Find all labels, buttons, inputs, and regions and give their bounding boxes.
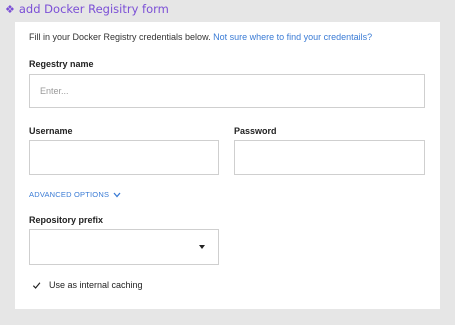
- registry-name-label: Regestry name: [29, 59, 94, 69]
- intro-text: Fill in your Docker Registry credentials…: [29, 32, 372, 42]
- docker-registry-form-card: Fill in your Docker Registry credentials…: [15, 22, 440, 309]
- internal-caching-label: Use as internal caching: [49, 280, 143, 290]
- registry-name-input[interactable]: [29, 74, 425, 108]
- advanced-options-label: ADVANCED OPTIONS: [29, 190, 110, 199]
- credentials-help-link[interactable]: Not sure where to find your credentails?: [213, 32, 372, 42]
- username-input[interactable]: [29, 140, 219, 175]
- password-label: Password: [234, 126, 277, 136]
- internal-caching-checkbox[interactable]: [31, 280, 41, 290]
- password-input[interactable]: [234, 140, 425, 175]
- form-title: add Docker Regisitry form: [18, 2, 169, 16]
- username-label: Username: [29, 126, 73, 136]
- advanced-options-toggle[interactable]: ADVANCED OPTIONS: [29, 190, 121, 199]
- repository-prefix-label: Repository prefix: [29, 215, 104, 225]
- form-title-bar: ❖ add Docker Regisitry form: [5, 0, 169, 18]
- internal-caching-row: Use as internal caching: [31, 280, 143, 290]
- repository-prefix-select[interactable]: [29, 229, 219, 265]
- diamond-icon: ❖: [5, 2, 15, 16]
- checkmark-icon: [32, 281, 40, 289]
- caret-down-icon: [199, 245, 205, 249]
- chevron-down-icon: [113, 192, 121, 197]
- intro-description: Fill in your Docker Registry credentials…: [29, 32, 211, 42]
